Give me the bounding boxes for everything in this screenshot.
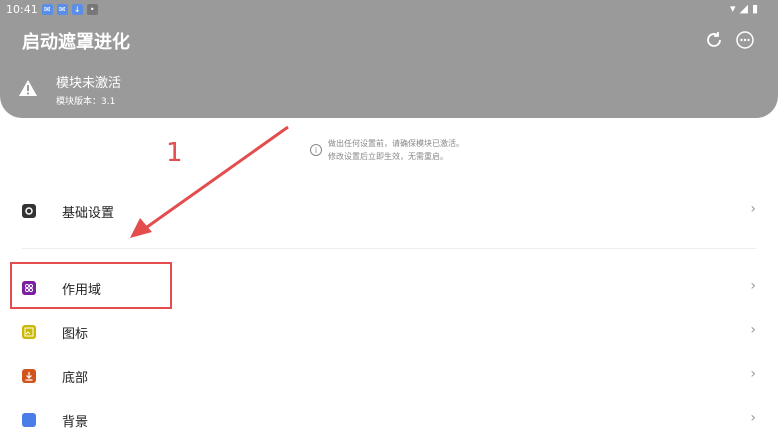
annotation-arrow [130, 125, 289, 238]
